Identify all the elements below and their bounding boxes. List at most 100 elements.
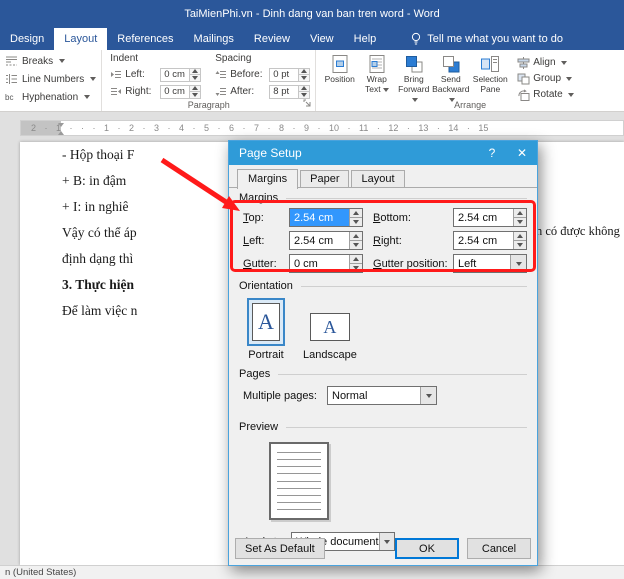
tab-layout[interactable]: Layout: [54, 28, 108, 50]
send-backward-icon: [442, 56, 460, 73]
tab-paper[interactable]: Paper: [300, 170, 350, 188]
spinner-down-button[interactable]: [514, 217, 526, 226]
preview-line: [277, 501, 321, 503]
left-margin-value[interactable]: 2.54 cm: [290, 232, 349, 249]
gutter-position-dropdown[interactable]: Left: [453, 254, 527, 273]
paragraph-dialog-launcher-icon[interactable]: [303, 99, 313, 109]
spacing-before-value[interactable]: 0 pt: [270, 69, 298, 81]
right-margin-value[interactable]: 2.54 cm: [454, 232, 513, 249]
indent-left-spinner[interactable]: 0 cm: [160, 67, 202, 82]
landscape-icon: A: [309, 313, 350, 341]
paragraph-group-label: Paragraph: [187, 100, 230, 110]
chevron-down-icon: [192, 75, 199, 80]
preview-line: [277, 509, 321, 510]
cancel-button[interactable]: Cancel: [467, 538, 531, 559]
portrait-icon: A: [252, 303, 280, 341]
chevron-down-icon: [517, 243, 523, 247]
landscape-option[interactable]: A Landscape: [303, 298, 357, 361]
indent-right-value[interactable]: 0 cm: [161, 86, 189, 98]
portrait-selected-frame: A: [247, 298, 285, 346]
window-titlebar[interactable]: TaiMienPhi.vn - Dinh dang van ban tren w…: [0, 0, 624, 28]
chevron-up-icon: [517, 211, 523, 215]
spacing-before-spinner[interactable]: 0 pt: [269, 67, 311, 82]
left-margin-spinner[interactable]: 2.54 cm: [289, 231, 363, 250]
line-numbers-button[interactable]: Line Numbers: [5, 71, 97, 87]
hyphenation-button[interactable]: bc Hyphenation: [5, 89, 96, 105]
tab-view[interactable]: View: [300, 28, 344, 50]
ok-button[interactable]: OK: [395, 538, 459, 559]
send-backward-label-1: Send: [440, 74, 461, 84]
selection-pane-button[interactable]: Selection Pane: [469, 53, 511, 94]
spinner-down-button[interactable]: [350, 217, 362, 226]
spinner-up-button[interactable]: [350, 255, 362, 263]
right-margin-spinner[interactable]: 2.54 cm: [453, 231, 527, 250]
chevron-down-icon: [517, 220, 523, 224]
chevron-down-icon: [515, 261, 522, 266]
spinner-down-button[interactable]: [190, 74, 201, 81]
tell-me-box[interactable]: Tell me what you want to do: [402, 28, 571, 50]
chevron-down-icon: [353, 266, 359, 270]
set-as-default-button[interactable]: Set As Default: [235, 538, 325, 559]
horizontal-ruler[interactable]: 2 · 1 · · · 1 · 2 · 3 · 4 · 5 · 6 · 7 · …: [20, 120, 624, 136]
multiple-pages-dropdown[interactable]: Normal: [327, 386, 437, 405]
indent-right-icon: [111, 87, 122, 95]
word-window: TaiMienPhi.vn - Dinh dang van ban tren w…: [0, 0, 624, 579]
indent-left-icon: [111, 70, 122, 78]
tab-help[interactable]: Help: [344, 28, 387, 50]
spinner-up-button[interactable]: [514, 209, 526, 217]
tab-references[interactable]: References: [107, 28, 183, 50]
indent-markers[interactable]: [58, 123, 65, 135]
top-label: Top:: [243, 211, 264, 224]
top-margin-value[interactable]: 2.54 cm: [290, 209, 349, 226]
dialog-titlebar[interactable]: Page Setup ? ✕: [229, 141, 537, 165]
indent-left-label: Left:: [125, 69, 145, 80]
dialog-help-button[interactable]: ?: [477, 141, 507, 165]
chevron-down-icon: [192, 92, 199, 97]
breaks-icon: [6, 56, 17, 66]
spinner-down-button[interactable]: [299, 74, 310, 81]
position-label: Position: [324, 74, 355, 84]
spacing-after-spinner[interactable]: 8 pt: [269, 84, 311, 99]
spinner-up-button[interactable]: [350, 209, 362, 217]
indent-right-spinner[interactable]: 0 cm: [160, 84, 202, 99]
multiple-pages-row: Multiple pages: Normal: [243, 386, 537, 405]
breaks-button[interactable]: Breaks: [5, 53, 96, 69]
dropdown-button[interactable]: [420, 387, 436, 404]
dialog-close-button[interactable]: ✕: [507, 141, 537, 165]
spinner-down-button[interactable]: [299, 91, 310, 98]
spinner-down-button[interactable]: [350, 263, 362, 272]
portrait-option[interactable]: A Portrait: [247, 298, 285, 361]
bottom-margin-value[interactable]: 2.54 cm: [454, 209, 513, 226]
spinner-down-button[interactable]: [350, 240, 362, 249]
spinner-down-button[interactable]: [190, 91, 201, 98]
send-backward-button[interactable]: Send Backward: [432, 53, 469, 104]
group-button[interactable]: Group: [517, 72, 573, 85]
gutter-value[interactable]: 0 cm: [290, 255, 349, 272]
language-indicator[interactable]: n (United States): [5, 567, 76, 578]
tab-review[interactable]: Review: [244, 28, 300, 50]
spinner-up-button[interactable]: [514, 232, 526, 240]
tab-mailings[interactable]: Mailings: [184, 28, 244, 50]
left-margin-stepper: [349, 232, 362, 249]
align-button[interactable]: Align: [517, 56, 573, 69]
spinner-down-button[interactable]: [514, 240, 526, 249]
bottom-margin-spinner[interactable]: 2.54 cm: [453, 208, 527, 227]
preview-thumbnail: [269, 442, 329, 520]
indent-left-value[interactable]: 0 cm: [161, 69, 189, 81]
margins-row-1: Top: 2.54 cm Bottom: 2.54 cm: [243, 208, 537, 227]
tab-design[interactable]: Design: [0, 28, 54, 50]
top-margin-spinner[interactable]: 2.54 cm: [289, 208, 363, 227]
spacing-after-value[interactable]: 8 pt: [270, 86, 298, 98]
position-button[interactable]: Position: [321, 53, 358, 84]
bring-forward-button[interactable]: Bring Forward: [395, 53, 432, 104]
chevron-up-icon: [353, 211, 359, 215]
hyphenation-icon: bc: [5, 92, 14, 102]
tab-dialog-layout[interactable]: Layout: [351, 170, 405, 188]
wrap-text-button[interactable]: Wrap Text: [358, 53, 395, 94]
spinner-up-button[interactable]: [350, 232, 362, 240]
dropdown-button[interactable]: [510, 255, 526, 272]
portrait-label: Portrait: [248, 349, 284, 361]
chevron-up-icon: [301, 86, 308, 91]
gutter-spinner[interactable]: 0 cm: [289, 254, 363, 273]
tab-margins[interactable]: Margins: [237, 169, 299, 189]
